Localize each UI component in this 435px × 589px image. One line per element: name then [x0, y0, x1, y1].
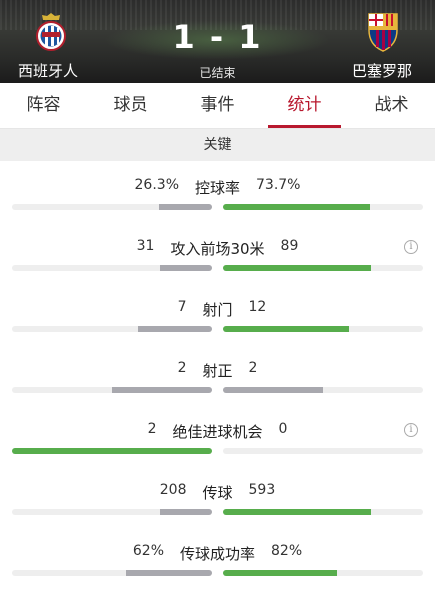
stat-row: 控球率 26.3% 73.7% — [0, 161, 435, 222]
stat-row: 射正 2 2 — [0, 344, 435, 405]
stat-away-value: 89 — [280, 238, 299, 254]
stat-away-value: 73.7% — [256, 177, 301, 193]
stat-row: 传球 208 593 — [0, 466, 435, 527]
home-bar-track — [12, 265, 212, 271]
tab-events[interactable]: 事件 — [174, 83, 261, 128]
barcelona-crest-icon[interactable] — [366, 12, 400, 52]
stat-away-value: 82% — [271, 543, 303, 559]
stat-home-value: 2 — [147, 421, 157, 437]
info-icon[interactable]: i — [404, 423, 418, 437]
stat-label: 传球成功率 — [179, 545, 255, 563]
away-bar-track — [223, 448, 423, 454]
home-bar-track — [12, 326, 212, 332]
stat-home-value: 208 — [159, 482, 187, 498]
home-bar-track — [12, 387, 212, 393]
tab-lineup[interactable]: 阵容 — [0, 83, 87, 128]
away-bar-track — [223, 509, 423, 515]
away-bar-track — [223, 326, 423, 332]
stat-away-value: 593 — [248, 482, 276, 498]
stat-label: 控球率 — [194, 179, 240, 197]
home-bar-track — [12, 509, 212, 515]
home-bar-fill — [126, 570, 212, 576]
tab-stats[interactable]: 统计 — [261, 83, 348, 128]
info-icon[interactable]: i — [404, 240, 418, 254]
stat-row: 射门 7 12 — [0, 283, 435, 344]
stat-home-value: 62% — [132, 543, 164, 559]
home-bar-fill — [160, 509, 212, 515]
match-header: 西班牙人 1 - 1 已结束 巴塞罗那 — [0, 0, 435, 83]
home-bar-fill — [159, 204, 212, 210]
home-bar-track — [12, 448, 212, 454]
tab-bar: 阵容 球员 事件 统计 战术 — [0, 83, 435, 129]
away-bar-track — [223, 265, 423, 271]
home-bar-track — [12, 204, 212, 210]
away-bar-fill — [223, 570, 337, 576]
away-bar-track — [223, 570, 423, 576]
home-bar-fill — [112, 387, 212, 393]
away-team-name[interactable]: 巴塞罗那 — [352, 60, 412, 81]
away-bar-track — [223, 387, 423, 393]
away-bar-fill — [223, 204, 371, 210]
home-bar-fill — [12, 448, 212, 454]
away-bar-fill — [223, 265, 371, 271]
stat-row: 传球成功率 62% 82% — [0, 527, 435, 588]
home-bar-fill — [138, 326, 212, 332]
stats-list: 控球率 26.3% 73.7% 攻入前场30米 31 89 i 射门 7 12 射正 2 2 绝佳进球机会… — [0, 161, 435, 588]
stat-home-value: 7 — [177, 299, 187, 315]
away-bar-track — [223, 204, 423, 210]
away-bar-fill — [223, 387, 323, 393]
stat-away-value: 0 — [278, 421, 288, 437]
away-bar-fill — [223, 509, 371, 515]
stat-row: 绝佳进球机会 2 0 i — [0, 405, 435, 466]
stat-home-value: 31 — [136, 238, 155, 254]
stat-label: 射门 — [202, 301, 233, 319]
tab-tactics[interactable]: 战术 — [348, 83, 435, 128]
stat-label: 传球 — [202, 484, 233, 502]
stat-row: 攻入前场30米 31 89 i — [0, 222, 435, 283]
stat-label: 攻入前场30米 — [170, 240, 265, 258]
stat-label: 射正 — [202, 362, 233, 380]
tab-players[interactable]: 球员 — [87, 83, 174, 128]
home-bar-fill — [160, 265, 212, 271]
section-header-key: 关键 — [0, 129, 435, 161]
home-bar-track — [12, 570, 212, 576]
stat-away-value: 12 — [248, 299, 267, 315]
stat-home-value: 26.3% — [134, 177, 179, 193]
away-bar-fill — [223, 326, 349, 332]
stat-label: 绝佳进球机会 — [172, 423, 263, 441]
stat-home-value: 2 — [177, 360, 187, 376]
stat-away-value: 2 — [248, 360, 258, 376]
